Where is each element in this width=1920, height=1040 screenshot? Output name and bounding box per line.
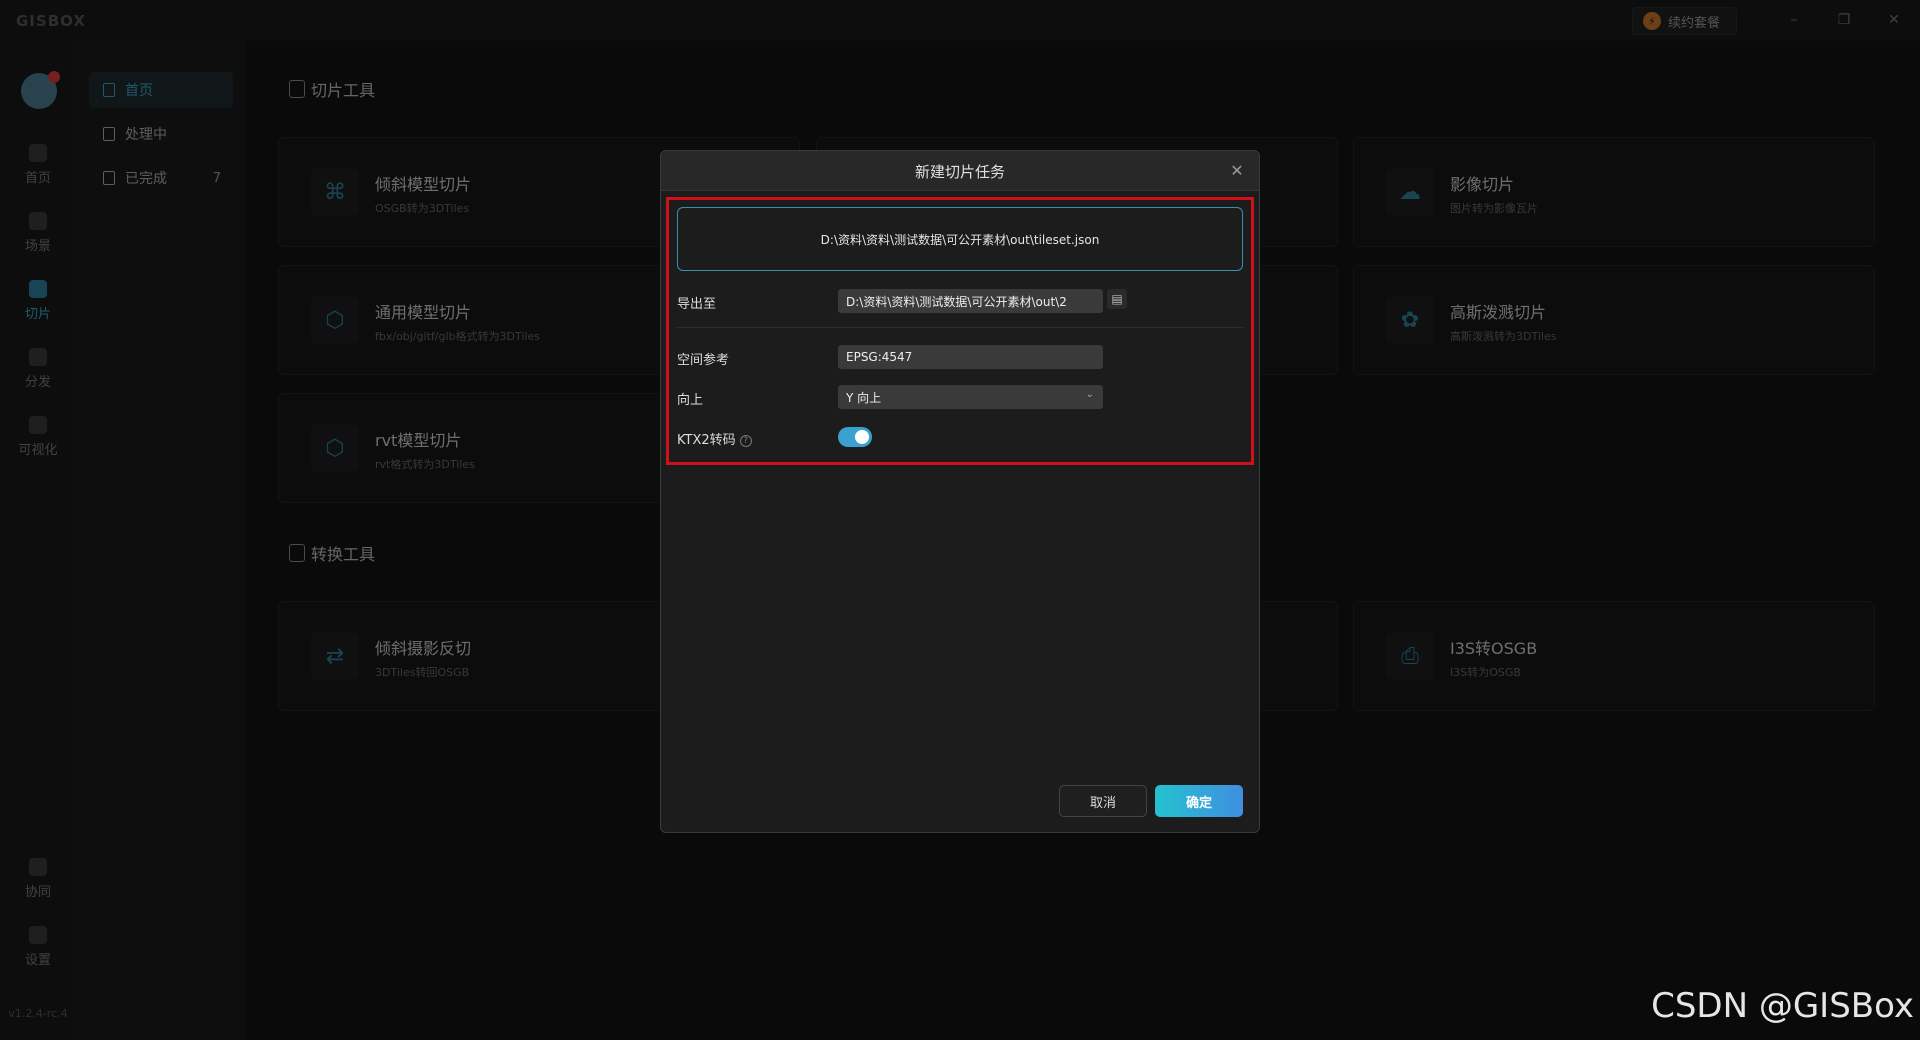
watermark: CSDN @GISBox (1651, 986, 1914, 1026)
ktx2-toggle[interactable] (838, 427, 872, 447)
dialog-header: 新建切片任务 ✕ (661, 151, 1259, 191)
srs-field[interactable]: EPSG:4547 (838, 345, 1103, 369)
confirm-button[interactable]: 确定 (1155, 785, 1243, 817)
up-axis-label: 向上 (677, 393, 704, 408)
dialog-title: 新建切片任务 (914, 163, 1005, 181)
up-axis-value: Y 向上 (846, 390, 882, 405)
new-slice-task-dialog: 新建切片任务 ✕ D:\资料\资料\测试数据\可公开素材\out\tileset… (660, 150, 1260, 833)
divider (677, 327, 1243, 328)
cancel-button[interactable]: 取消 (1059, 785, 1147, 817)
folder-icon[interactable]: ▤ (1107, 289, 1127, 309)
chevron-down-icon: ⌄ (1085, 389, 1094, 400)
ktx2-label-text: KTX2转码 (677, 433, 736, 448)
help-icon[interactable]: ? (739, 434, 752, 447)
export-label: 导出至 (677, 297, 717, 312)
up-axis-select[interactable]: Y 向上 ⌄ (838, 385, 1103, 409)
close-icon[interactable]: ✕ (1227, 160, 1247, 180)
srs-label: 空间参考 (677, 353, 730, 368)
export-path-field[interactable]: D:\资料\资料\测试数据\可公开素材\out\2 (838, 289, 1103, 313)
ktx2-label: KTX2转码? (677, 429, 752, 448)
source-file-path[interactable]: D:\资料\资料\测试数据\可公开素材\out\tileset.json (677, 207, 1243, 271)
toggle-knob (855, 430, 869, 444)
